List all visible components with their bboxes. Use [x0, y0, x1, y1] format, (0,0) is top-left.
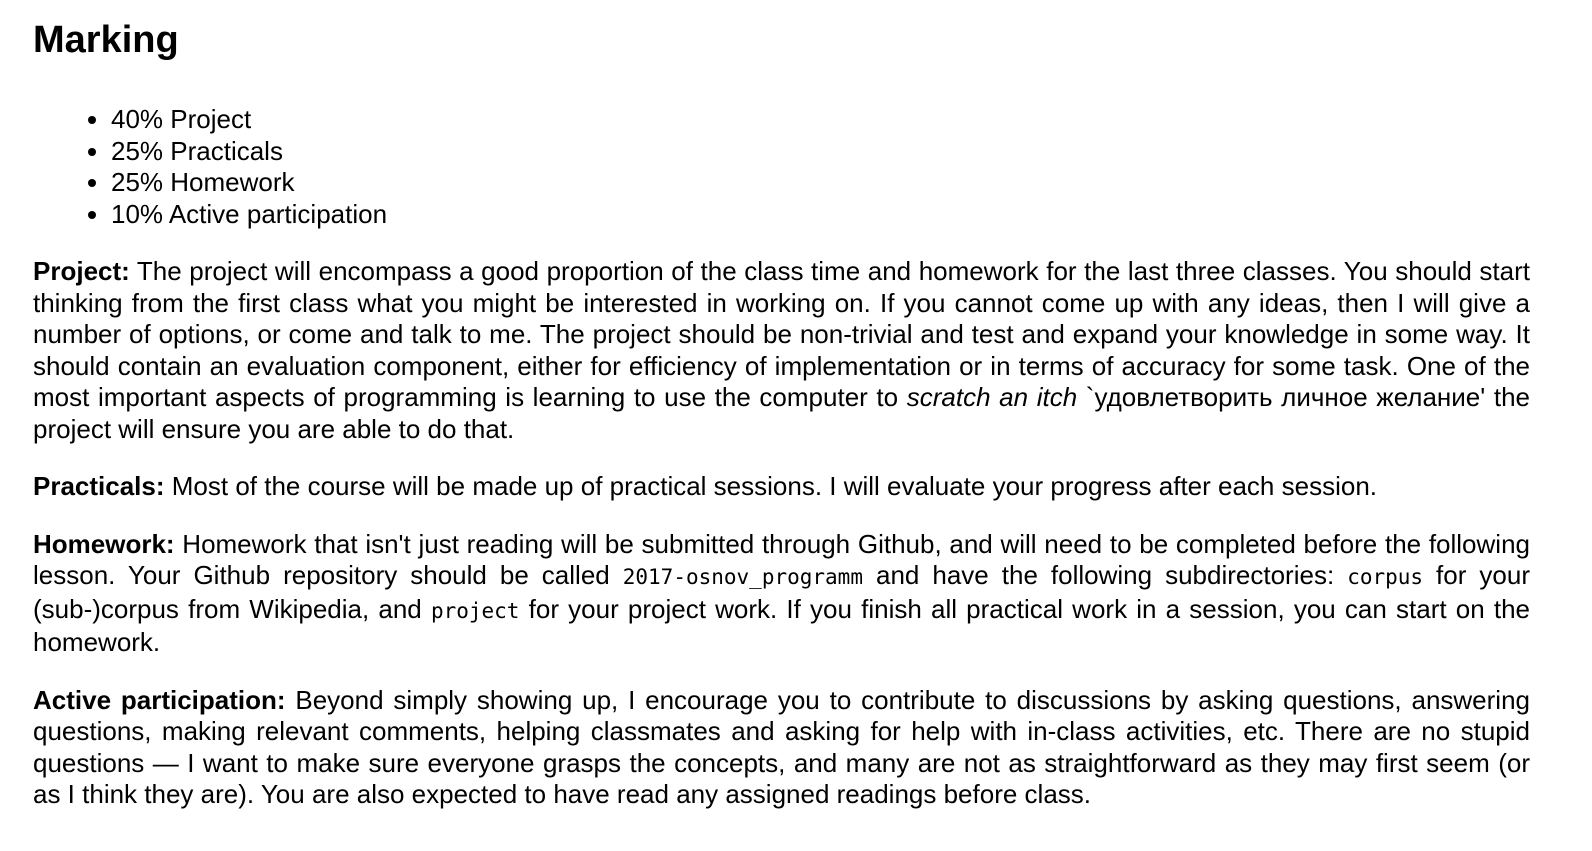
document-page: Marking 40% Project 25% Practicals 25% H… — [0, 0, 1592, 851]
repo-name-code: 2017-osnov_programm — [622, 565, 863, 589]
project-emphasis: scratch an itch — [906, 382, 1078, 412]
marking-item-project: 40% Project — [111, 104, 1530, 136]
project-label: Project: — [33, 256, 130, 286]
homework-label: Homework: — [33, 528, 175, 559]
marking-item-participation: 10% Active participation — [111, 199, 1530, 231]
corpus-dir-code: corpus — [1347, 565, 1424, 589]
practicals-paragraph: Practicals: Most of the course will be m… — [33, 471, 1530, 503]
marking-list: 40% Project 25% Practicals 25% Homework … — [33, 104, 1530, 230]
participation-label: Active participation: — [33, 684, 286, 715]
homework-text-2: and have the following subdirectories: — [862, 560, 1348, 590]
practicals-text: Most of the course will be made up of pr… — [164, 471, 1377, 501]
homework-paragraph: Homework: Homework that isn't just readi… — [33, 529, 1530, 659]
project-dir-code: project — [430, 598, 520, 623]
practicals-label: Practicals: — [33, 471, 165, 501]
participation-paragraph: Active participation: Beyond simply show… — [33, 685, 1530, 811]
marking-item-homework: 25% Homework — [111, 167, 1530, 199]
project-paragraph: Project: The project will encompass a go… — [33, 256, 1530, 445]
page-title: Marking — [33, 19, 179, 61]
marking-item-practicals: 25% Practicals — [111, 136, 1530, 168]
